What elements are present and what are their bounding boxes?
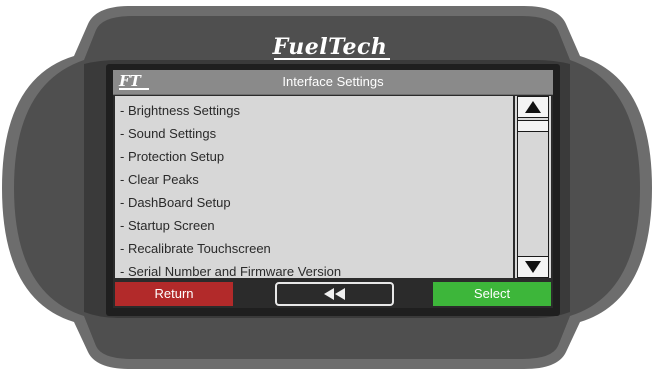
menu-item-dashboard-setup[interactable]: - DashBoard Setup (120, 192, 231, 214)
title-bar: FT Interface Settings (113, 70, 553, 95)
window-title: Interface Settings (282, 74, 384, 89)
return-button[interactable]: Return (115, 282, 233, 306)
triangle-down-icon (525, 261, 541, 273)
double-chevron-left-icon (323, 288, 345, 300)
menu-item-brightness-settings[interactable]: - Brightness Settings (120, 100, 240, 122)
menu-list: - Brightness Settings - Sound Settings -… (115, 96, 513, 278)
scroll-up-button[interactable] (517, 96, 549, 118)
menu-item-protection-setup[interactable]: - Protection Setup (120, 146, 224, 168)
scroll-down-button[interactable] (517, 256, 549, 278)
menu-item-startup-screen[interactable]: - Startup Screen (120, 215, 215, 237)
screen: FT Interface Settings - Brightness Setti… (113, 70, 553, 308)
scroll-track[interactable] (517, 118, 549, 256)
bottom-action-bar: Return Select (113, 280, 553, 308)
menu-item-recalibrate-touchscreen[interactable]: - Recalibrate Touchscreen (120, 238, 271, 260)
select-button[interactable]: Select (433, 282, 551, 306)
menu-item-clear-peaks[interactable]: - Clear Peaks (120, 169, 199, 191)
menu-item-sound-settings[interactable]: - Sound Settings (120, 123, 216, 145)
back-button[interactable] (275, 282, 394, 306)
brand-logo: FuelTech (250, 34, 410, 60)
scroll-thumb[interactable] (517, 120, 549, 132)
menu-item-serial-number-firmware[interactable]: - Serial Number and Firmware Version (120, 261, 341, 278)
triangle-up-icon (525, 101, 541, 113)
display-device: FuelTech FT Interface Settings - Brightn… (0, 0, 654, 375)
scrollbar[interactable] (515, 96, 551, 278)
